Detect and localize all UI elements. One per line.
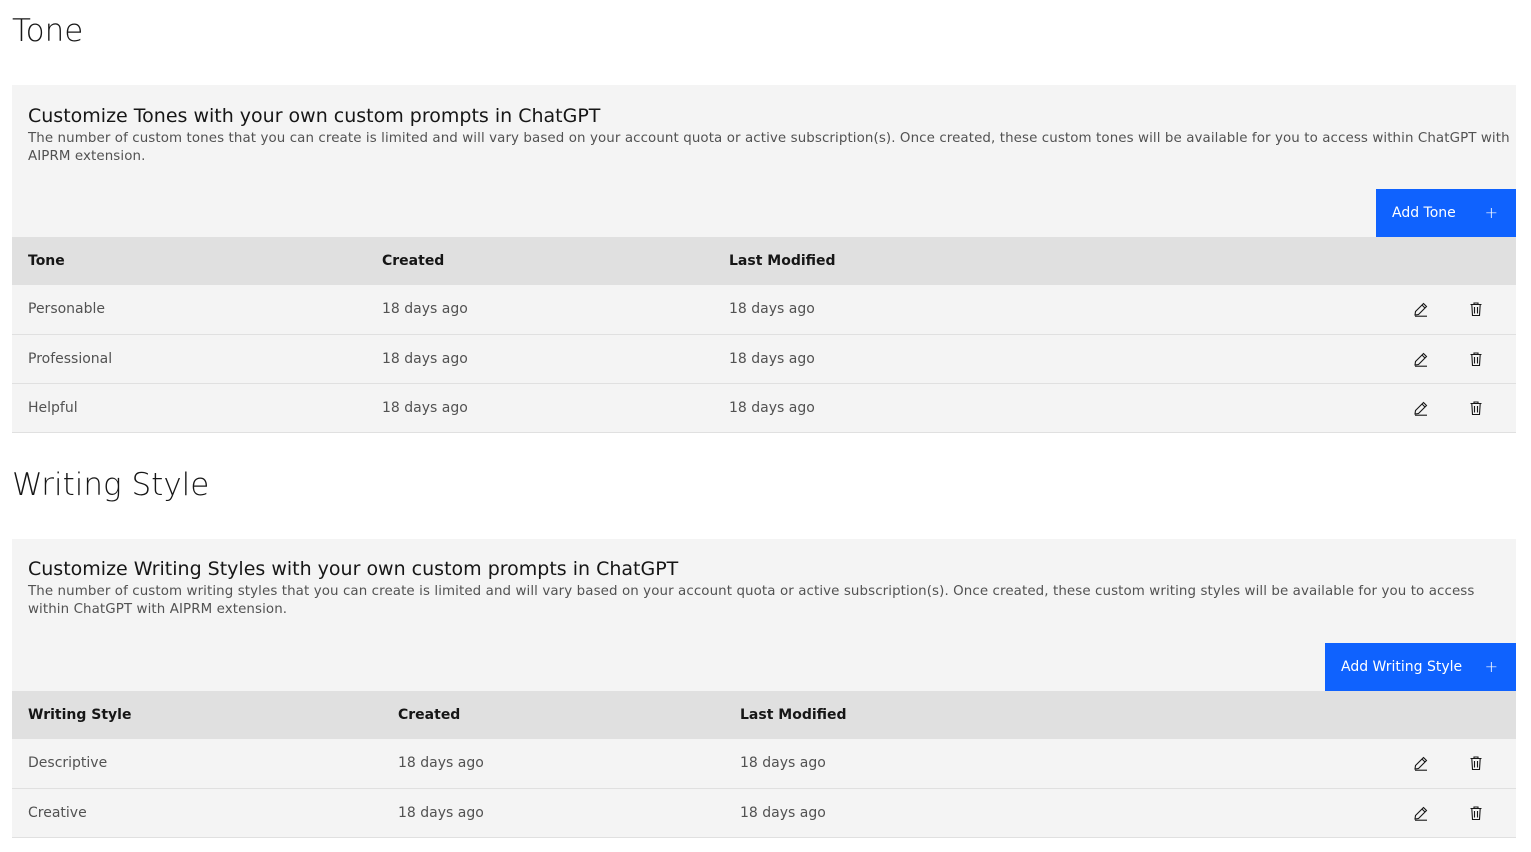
created-date: 18 days ago [366, 383, 713, 432]
writing-style-name: Creative [12, 788, 382, 837]
column-header-created: Created [366, 237, 713, 285]
modified-date: 18 days ago [724, 788, 1273, 837]
settings-page: Tone Customize Tones with your own custo… [0, 0, 1531, 852]
table-row: Creative 18 days ago 18 days ago [12, 788, 1516, 837]
modified-date: 18 days ago [713, 334, 1273, 383]
writing-style-table: Writing Style Created Last Modified Desc… [12, 691, 1516, 838]
column-header-tone: Tone [12, 237, 366, 285]
table-row: Personable 18 days ago 18 days ago [12, 285, 1516, 334]
table-row: Helpful 18 days ago 18 days ago [12, 383, 1516, 432]
add-writing-style-button-label: Add Writing Style [1341, 659, 1462, 675]
tone-table-header-row: Tone Created Last Modified [12, 237, 1516, 285]
edit-icon[interactable] [1411, 803, 1431, 823]
tone-name: Personable [12, 285, 366, 334]
edit-icon[interactable] [1411, 349, 1431, 369]
writing-style-table-header-row: Writing Style Created Last Modified [12, 691, 1516, 739]
tone-panel-heading: Customize Tones with your own custom pro… [28, 104, 1516, 128]
trash-icon[interactable] [1466, 803, 1486, 823]
tone-table: Tone Created Last Modified Personable 18… [12, 237, 1516, 433]
table-row: Professional 18 days ago 18 days ago [12, 334, 1516, 383]
tone-name: Professional [12, 334, 366, 383]
row-actions [1273, 788, 1516, 837]
table-row: Descriptive 18 days ago 18 days ago [12, 739, 1516, 788]
row-actions [1273, 739, 1516, 788]
add-tone-button[interactable]: Add Tone + [1376, 189, 1516, 237]
writing-style-panel: Customize Writing Styles with your own c… [12, 539, 1516, 837]
column-header-created: Created [382, 691, 724, 739]
column-header-actions [1273, 691, 1516, 739]
writing-style-name: Descriptive [12, 739, 382, 788]
row-actions [1273, 383, 1516, 432]
modified-date: 18 days ago [724, 739, 1273, 788]
tone-panel-description: The number of custom tones that you can … [28, 130, 1516, 166]
trash-icon[interactable] [1466, 299, 1486, 319]
modified-date: 18 days ago [713, 383, 1273, 432]
writing-style-panel-header: Customize Writing Styles with your own c… [28, 557, 1516, 619]
column-header-last-modified: Last Modified [713, 237, 1273, 285]
row-actions [1273, 334, 1516, 383]
tone-section-title: Tone [12, 16, 83, 47]
trash-icon[interactable] [1466, 398, 1486, 418]
row-actions [1273, 285, 1516, 334]
tone-panel-header: Customize Tones with your own custom pro… [28, 104, 1516, 166]
column-header-writing-style: Writing Style [12, 691, 382, 739]
edit-icon[interactable] [1411, 753, 1431, 773]
trash-icon[interactable] [1466, 753, 1486, 773]
column-header-last-modified: Last Modified [724, 691, 1273, 739]
created-date: 18 days ago [382, 788, 724, 837]
writing-style-panel-heading: Customize Writing Styles with your own c… [28, 557, 1516, 581]
edit-icon[interactable] [1411, 398, 1431, 418]
writing-style-section-title: Writing Style [12, 470, 209, 501]
created-date: 18 days ago [366, 334, 713, 383]
writing-style-panel-description: The number of custom writing styles that… [28, 583, 1516, 619]
column-header-actions [1273, 237, 1516, 285]
edit-icon[interactable] [1411, 299, 1431, 319]
add-tone-button-label: Add Tone [1392, 205, 1456, 221]
trash-icon[interactable] [1466, 349, 1486, 369]
plus-icon: + [1485, 659, 1498, 675]
created-date: 18 days ago [366, 285, 713, 334]
created-date: 18 days ago [382, 739, 724, 788]
plus-icon: + [1485, 205, 1498, 221]
modified-date: 18 days ago [713, 285, 1273, 334]
tone-name: Helpful [12, 383, 366, 432]
tone-panel: Customize Tones with your own custom pro… [12, 85, 1516, 433]
add-writing-style-button[interactable]: Add Writing Style + [1325, 643, 1516, 691]
